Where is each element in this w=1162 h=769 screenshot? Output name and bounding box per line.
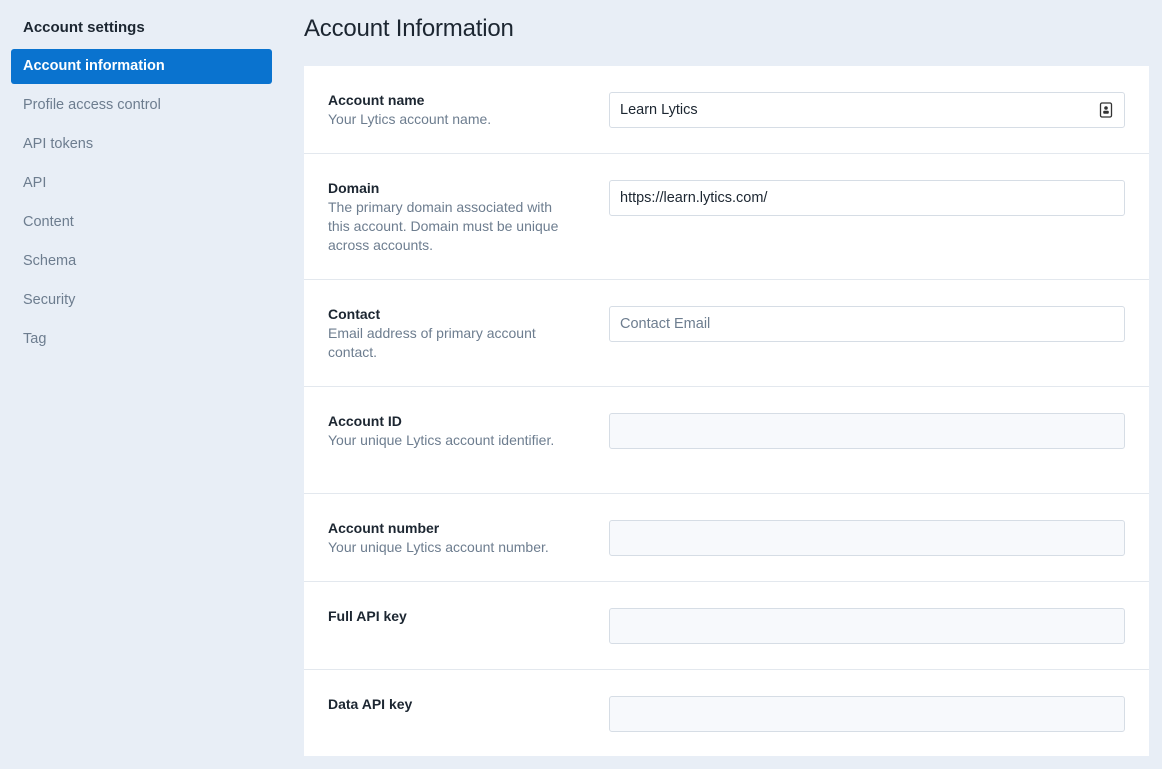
- domain-help: The primary domain associated with this …: [328, 199, 559, 253]
- contact-card-icon[interactable]: [1099, 102, 1113, 118]
- account-id-label: Account ID: [328, 413, 402, 429]
- domain-row: Domain The primary domain associated wit…: [304, 154, 1149, 280]
- account-id-help: Your unique Lytics account identifier.: [328, 432, 555, 448]
- account-number-row: Account number Your unique Lytics accoun…: [304, 494, 1149, 582]
- contact-help: Email address of primary account contact…: [328, 325, 536, 360]
- data-api-key-row: Data API key: [304, 670, 1149, 756]
- data-api-key-input[interactable]: [609, 696, 1125, 732]
- data-api-key-label: Data API key: [328, 696, 413, 712]
- sidebar-item-tag[interactable]: Tag: [11, 322, 272, 357]
- account-name-input[interactable]: [609, 92, 1125, 128]
- sidebar-item-schema[interactable]: Schema: [11, 244, 272, 279]
- sidebar-item-profile-access-control[interactable]: Profile access control: [11, 88, 272, 123]
- contact-label: Contact: [328, 306, 381, 322]
- full-api-key-input[interactable]: [609, 608, 1125, 644]
- account-number-label: Account number: [328, 520, 440, 536]
- sidebar-item-api[interactable]: API: [11, 166, 272, 201]
- domain-label: Domain: [328, 180, 380, 196]
- domain-input[interactable]: [609, 180, 1125, 216]
- sidebar-item-api-tokens[interactable]: API tokens: [11, 127, 272, 162]
- sidebar-item-security[interactable]: Security: [11, 283, 272, 318]
- account-information-form: Account name Your Lytics account name. D…: [304, 66, 1149, 756]
- account-number-help: Your unique Lytics account number.: [328, 539, 549, 555]
- account-id-input[interactable]: [609, 413, 1125, 449]
- account-name-row: Account name Your Lytics account name.: [304, 66, 1149, 154]
- contact-email-input[interactable]: [609, 306, 1125, 342]
- account-name-label: Account name: [328, 92, 425, 108]
- sidebar-item-account-information[interactable]: Account information: [11, 49, 272, 84]
- account-id-row: Account ID Your unique Lytics account id…: [304, 387, 1149, 494]
- account-number-input[interactable]: [609, 520, 1125, 556]
- sidebar-heading: Account settings: [23, 19, 145, 36]
- sidebar-item-content[interactable]: Content: [11, 205, 272, 240]
- page-title: Account Information: [304, 15, 514, 42]
- sidebar: Account settings Account information Pro…: [0, 0, 283, 769]
- full-api-key-label: Full API key: [328, 608, 407, 624]
- contact-row: Contact Email address of primary account…: [304, 280, 1149, 387]
- account-name-help: Your Lytics account name.: [328, 111, 492, 127]
- full-api-key-row: Full API key: [304, 582, 1149, 670]
- sidebar-nav: Account information Profile access contr…: [11, 49, 272, 361]
